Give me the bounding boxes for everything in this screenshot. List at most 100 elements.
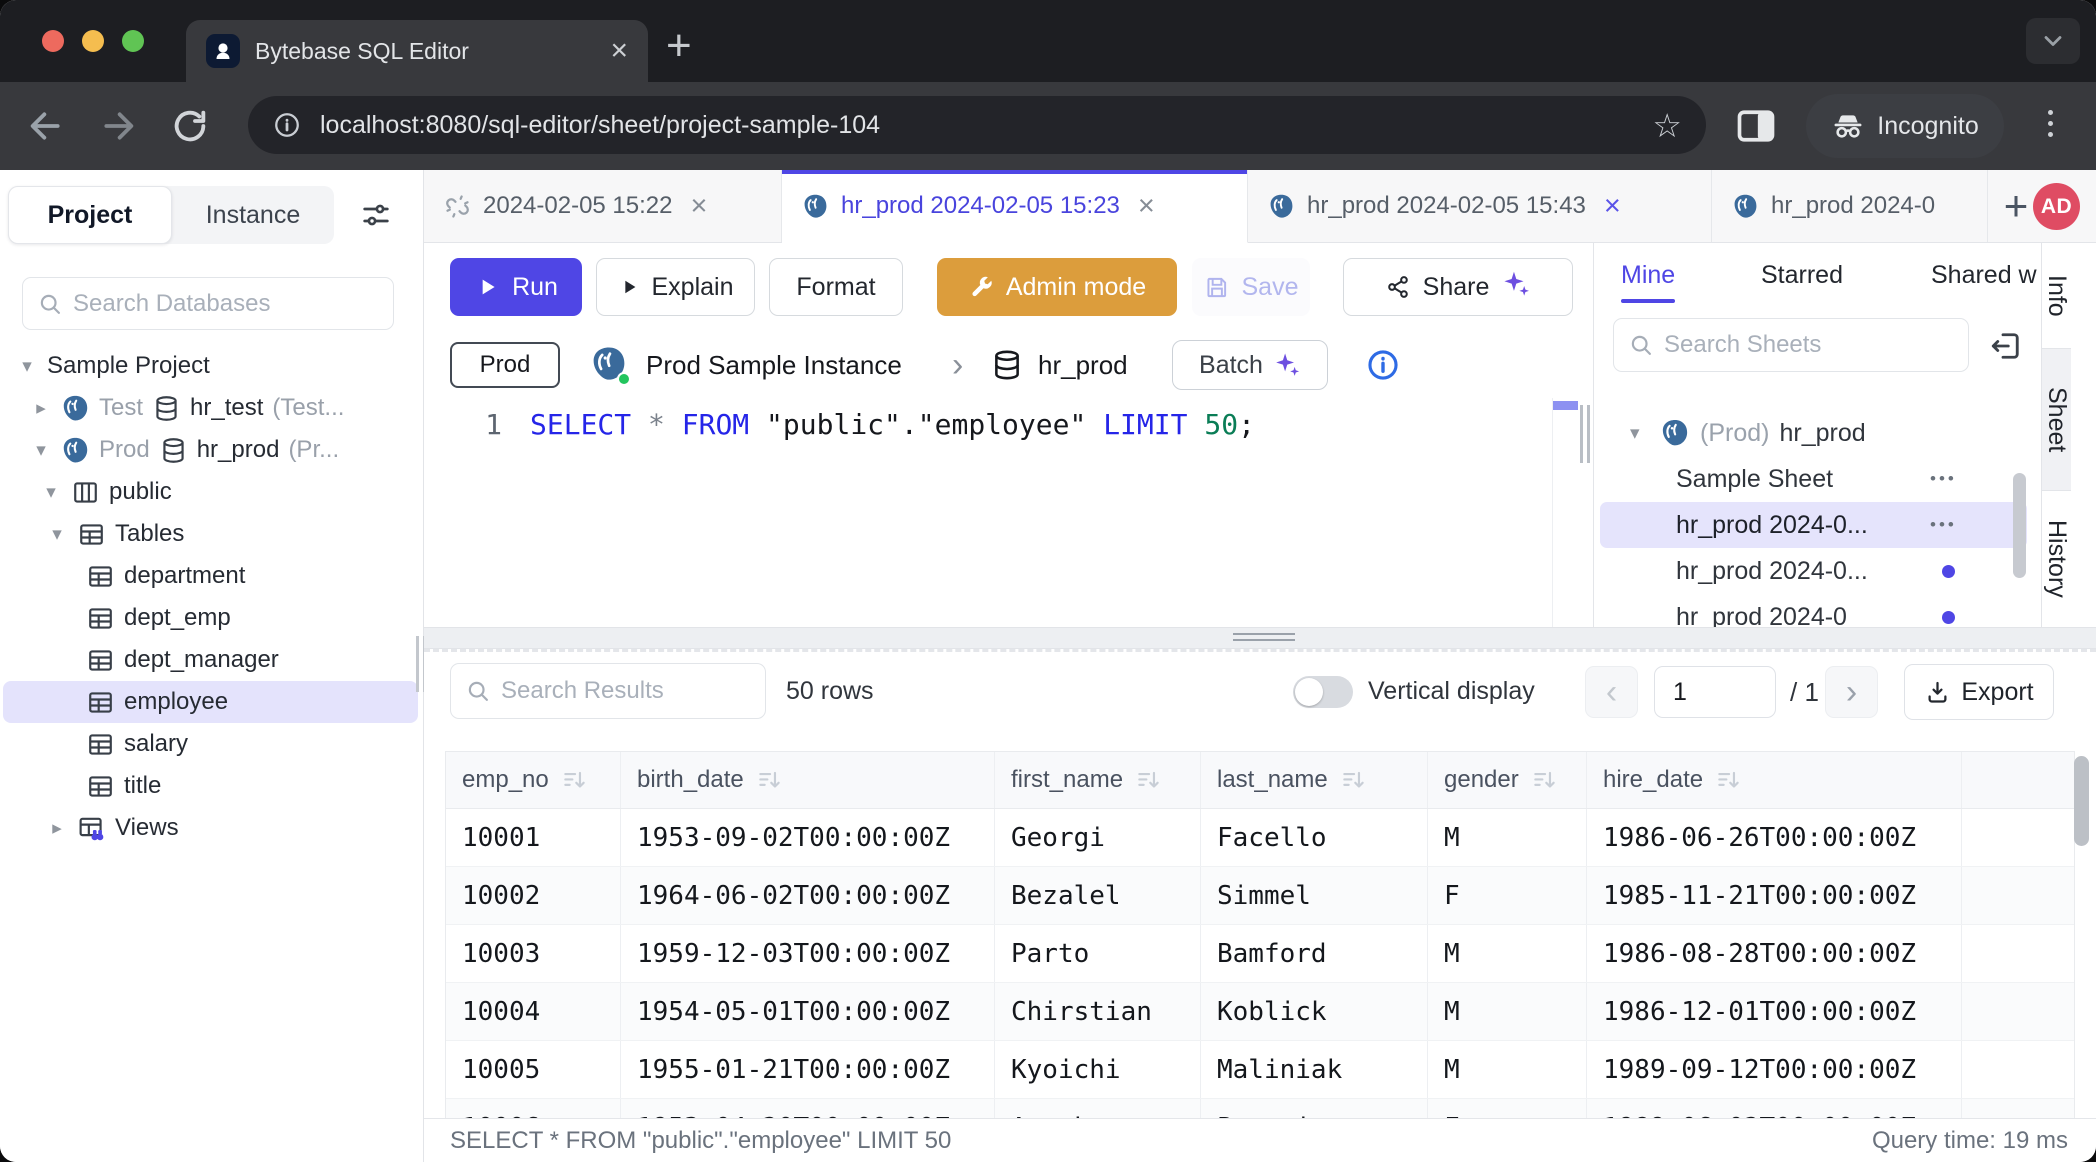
tree-item-tables[interactable]: ▾Tables — [3, 513, 418, 555]
explain-button[interactable]: Explain — [596, 258, 755, 316]
sheet-search[interactable] — [1613, 318, 1969, 372]
editor-tab-4[interactable]: hr_prod 2024-0 — [1712, 170, 1988, 242]
tree-item-test[interactable]: ▸Testhr_test (Test... — [3, 387, 418, 429]
tree-item-title[interactable]: title — [3, 765, 418, 807]
tree-item-sample-project[interactable]: ▾Sample Project — [3, 345, 418, 387]
tree-item-public[interactable]: ▾public — [3, 471, 418, 513]
column-header-first_name[interactable]: first_name — [995, 752, 1201, 808]
more-menu-icon[interactable]: ••• — [1930, 515, 1957, 535]
split-separator[interactable] — [424, 627, 2096, 649]
share-button[interactable]: Share — [1343, 258, 1573, 316]
user-avatar[interactable]: AD — [2033, 183, 2080, 230]
editor-tab-label: 2024-02-05 15:22 — [483, 192, 673, 220]
table-cell: 1953-09-02T00:00:00Z — [621, 809, 995, 866]
minimap-slider[interactable] — [1553, 401, 1578, 410]
instance-name[interactable]: Prod Sample Instance — [646, 332, 902, 398]
address-bar[interactable]: localhost:8080/sql-editor/sheet/project-… — [248, 96, 1706, 154]
tab-project[interactable]: Project — [8, 186, 172, 244]
expander-down-icon[interactable]: ▾ — [1630, 422, 1650, 445]
prev-page-button[interactable]: ‹ — [1585, 666, 1638, 718]
tab-starred[interactable]: Starred — [1761, 243, 1843, 307]
sheet-item[interactable]: hr_prod 2024-0...••• — [1600, 502, 2027, 548]
close-tab-icon[interactable]: × — [691, 192, 708, 221]
database-search[interactable] — [22, 277, 394, 330]
export-button[interactable]: Export — [1904, 664, 2054, 720]
tab-overview-button[interactable] — [2026, 18, 2080, 64]
batch-mode-button[interactable]: Batch — [1172, 340, 1328, 390]
expander-down-icon[interactable]: ▾ — [40, 481, 62, 504]
page-number-input[interactable] — [1654, 666, 1776, 718]
tree-item-employee[interactable]: employee — [3, 681, 418, 723]
site-info-icon[interactable] — [272, 110, 302, 140]
drag-handle-icon[interactable] — [1233, 633, 1295, 645]
format-button[interactable]: Format — [769, 258, 903, 316]
table-cell-empty — [1962, 983, 2074, 1040]
expander-down-icon[interactable]: ▾ — [30, 439, 52, 462]
tab-mine[interactable]: Mine — [1621, 243, 1675, 307]
info-icon[interactable] — [1366, 348, 1400, 382]
expander-right-icon[interactable]: ▸ — [30, 397, 52, 420]
tree-item-dept-emp[interactable]: dept_emp — [3, 597, 418, 639]
forward-button[interactable] — [98, 106, 138, 146]
database-name[interactable]: hr_prod — [1038, 332, 1128, 398]
save-button[interactable]: Save — [1192, 258, 1310, 316]
run-button[interactable]: Run — [450, 258, 582, 316]
editor-tab-3[interactable]: hr_prod 2024-02-05 15:43× — [1248, 170, 1712, 242]
minimize-window-button[interactable] — [82, 30, 104, 52]
scrollbar-thumb[interactable] — [2013, 473, 2026, 578]
column-header-birth_date[interactable]: birth_date — [621, 752, 995, 808]
maximize-window-button[interactable] — [122, 30, 144, 52]
expander-right-icon[interactable]: ▸ — [46, 817, 68, 840]
sql-code-line[interactable]: SELECT * FROM "public"."employee" LIMIT … — [530, 408, 1255, 441]
share-icon — [1385, 274, 1411, 300]
sheet-item[interactable]: Sample Sheet••• — [1600, 456, 2027, 502]
editor-minimap[interactable] — [1552, 398, 1578, 627]
column-header-last_name[interactable]: last_name — [1201, 752, 1428, 808]
expander-down-icon[interactable]: ▾ — [16, 355, 38, 378]
tree-item-department[interactable]: department — [3, 555, 418, 597]
editor-tab-2[interactable]: hr_prod 2024-02-05 15:23× — [782, 170, 1248, 243]
tab-instance[interactable]: Instance — [172, 186, 334, 244]
bookmark-star-icon[interactable]: ☆ — [1652, 109, 1682, 142]
next-page-button[interactable]: › — [1825, 666, 1878, 718]
close-tab-icon[interactable]: × — [1604, 192, 1621, 221]
side-tab-history[interactable]: History — [2042, 491, 2071, 627]
sheet-search-input[interactable] — [1664, 331, 1954, 359]
panel-resize-handle[interactable] — [1580, 405, 1590, 463]
editor-tab-1[interactable]: 2024-02-05 15:22 × — [424, 170, 782, 242]
tree-item-prod[interactable]: ▾Prodhr_prod (Pr... — [3, 429, 418, 471]
database-search-input[interactable] — [73, 290, 379, 318]
vertical-display-toggle[interactable] — [1293, 676, 1353, 708]
browser-tab[interactable]: Bytebase SQL Editor × — [186, 20, 648, 82]
column-header-hire_date[interactable]: hire_date — [1587, 752, 1962, 808]
side-tab-info[interactable]: Info — [2042, 243, 2071, 348]
collapse-panel-icon[interactable] — [1988, 328, 2024, 364]
tree-item-views[interactable]: ▸Views — [3, 807, 418, 849]
scrollbar-thumb[interactable] — [2074, 756, 2089, 846]
back-button[interactable] — [26, 106, 66, 146]
close-tab-icon[interactable]: × — [1138, 192, 1155, 221]
tree-item-dept-manager[interactable]: dept_manager — [3, 639, 418, 681]
close-window-button[interactable] — [42, 30, 64, 52]
tab-shared[interactable]: Shared w — [1931, 243, 2041, 307]
sheet-item[interactable]: hr_prod 2024-0 — [1600, 594, 2027, 627]
expander-down-icon[interactable]: ▾ — [46, 523, 68, 546]
reload-button[interactable] — [170, 106, 210, 146]
sql-editor[interactable]: 1 SELECT * FROM "public"."employee" LIMI… — [424, 398, 1593, 627]
results-search[interactable] — [450, 663, 766, 719]
side-tab-sheet[interactable]: Sheet — [2042, 348, 2071, 491]
more-menu-icon[interactable]: ••• — [1930, 469, 1957, 489]
new-tab-button[interactable]: + — [666, 24, 692, 68]
close-tab-icon[interactable]: × — [610, 36, 628, 66]
column-header-emp_no[interactable]: emp_no — [446, 752, 621, 808]
side-panel-icon[interactable] — [1734, 104, 1778, 148]
filter-settings-icon[interactable] — [352, 192, 400, 238]
admin-mode-button[interactable]: Admin mode — [937, 258, 1177, 316]
tree-item-salary[interactable]: salary — [3, 723, 418, 765]
sheet-item[interactable]: hr_prod 2024-0... — [1600, 548, 2027, 594]
results-search-input[interactable] — [501, 677, 751, 705]
sheet-group-header[interactable]: ▾ (Prod) hr_prod — [1594, 410, 2041, 456]
column-header-gender[interactable]: gender — [1428, 752, 1587, 808]
browser-menu-icon[interactable] — [2048, 110, 2053, 137]
ai-sparkle-icon[interactable] — [1501, 269, 1531, 306]
